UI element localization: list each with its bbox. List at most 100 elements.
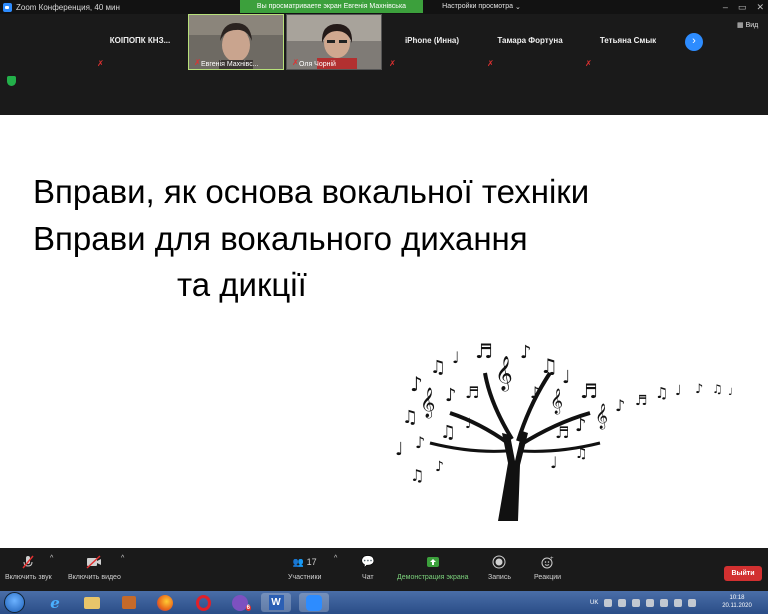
svg-text:♪: ♪	[575, 415, 587, 436]
unmute-button[interactable]: Включить звук	[5, 555, 52, 581]
svg-text:♪: ♪	[435, 459, 444, 475]
chat-label: Чат	[362, 574, 374, 581]
participant-name: iPhone (Инна)	[404, 36, 460, 45]
participant-name: Тетьяна Смык	[599, 36, 657, 45]
network-icon[interactable]	[674, 598, 683, 607]
music-tree-illustration: ♪ ♫ ♩ ♬ 𝄞 ♪ ♫ ♩ ♬ ♫ 𝄞 ♪ ♬ ♪ 𝄞 ♩ ♪ ♫ ♩ ♬	[395, 343, 733, 521]
windows-taskbar: e 6 W UK 10:18 20.11.2020	[0, 591, 768, 614]
reactions-label: Реакции	[534, 574, 562, 581]
viber-notification-badge: 6	[245, 605, 251, 611]
firefox-icon	[157, 594, 173, 611]
participants-count: 17	[306, 557, 317, 567]
window-controls: – ▭ ✕	[723, 0, 764, 14]
window-title: Zoom Конференция, 40 мин	[16, 2, 120, 12]
opera-taskbar-button[interactable]	[188, 593, 218, 612]
participants-label: Участники	[288, 574, 322, 581]
minimize-button[interactable]: –	[723, 2, 728, 12]
participant-video-tile[interactable]: ✗ Евгенія Махнівс...	[188, 14, 284, 70]
smiley-plus-icon: +	[541, 556, 554, 569]
word-icon: W	[268, 595, 284, 610]
svg-text:♫: ♫	[402, 407, 418, 428]
video-options-caret[interactable]: ^	[121, 555, 124, 562]
slide-heading-line-2: Вправи для вокального дихання	[33, 220, 528, 257]
participant-tile[interactable]: Тетьяна Смык ✗	[580, 14, 676, 70]
folder-icon	[84, 596, 100, 609]
tray-app-icon[interactable]	[618, 598, 627, 607]
svg-text:♩: ♩	[550, 453, 558, 472]
media-player-taskbar-button[interactable]	[114, 593, 144, 612]
close-button[interactable]: ✕	[756, 2, 764, 13]
chat-bubble-icon: 💬	[361, 556, 375, 568]
start-video-label: Включить видео	[68, 574, 121, 581]
view-button[interactable]: ▦ Вид	[737, 21, 758, 29]
participant-strip: КОІПОПК КНЗ... ✗ ✗ Евгенія Махнівс... ✗ …	[0, 14, 768, 115]
security-shield-icon[interactable]	[7, 76, 16, 86]
svg-text:♫: ♫	[410, 466, 424, 485]
record-button[interactable]: Запись	[488, 555, 511, 581]
taskbar-clock[interactable]: 10:18 20.11.2020	[712, 594, 762, 610]
view-options-dropdown[interactable]: Настройки просмотра ⌄	[430, 0, 533, 13]
chat-button[interactable]: 💬 Чат	[361, 555, 375, 581]
svg-text:♫: ♫	[430, 357, 446, 378]
participant-tile[interactable]: КОІПОПК КНЗ... ✗	[92, 14, 188, 70]
muted-mic-icon	[22, 555, 34, 569]
language-indicator[interactable]: UK	[590, 600, 598, 606]
svg-text:♪: ♪	[530, 383, 540, 402]
start-button[interactable]	[4, 592, 25, 613]
volume-icon[interactable]	[688, 598, 697, 607]
svg-text:♪: ♪	[445, 385, 457, 406]
clock-time: 10:18	[729, 595, 745, 601]
maximize-button[interactable]: ▭	[738, 2, 747, 13]
view-button-label: Вид	[745, 22, 759, 29]
participant-name: КОІПОПК КНЗ...	[109, 36, 171, 45]
svg-text:♫: ♫	[440, 422, 456, 443]
muted-mic-icon: ✗	[487, 59, 494, 68]
start-video-button[interactable]: Включить видео	[68, 555, 121, 581]
word-taskbar-button[interactable]: W	[261, 593, 291, 612]
svg-text:♬: ♬	[475, 343, 493, 363]
muted-mic-icon: ✗	[97, 59, 104, 68]
muted-mic-icon: ✗	[389, 59, 396, 68]
participants-options-caret[interactable]: ^	[334, 555, 337, 562]
opera-icon	[195, 594, 211, 611]
tray-app-icon[interactable]	[604, 598, 613, 607]
svg-text:♪: ♪	[415, 433, 425, 452]
participant-name: Евгенія Махнівс...	[201, 61, 259, 68]
participants-button[interactable]: 👥 17 Участники	[288, 555, 321, 581]
grid-icon: ▦	[737, 22, 744, 29]
participant-tile[interactable]: iPhone (Инна) ✗	[384, 14, 480, 70]
svg-text:♫: ♫	[712, 382, 723, 396]
leave-meeting-button[interactable]: Выйти	[724, 566, 762, 581]
media-player-icon	[122, 596, 136, 609]
svg-text:♫: ♫	[655, 384, 668, 402]
video-off-icon	[86, 555, 102, 569]
reactions-button[interactable]: + Реакции	[534, 555, 561, 581]
participant-name: Тамара Фортуна	[497, 36, 563, 45]
svg-text:𝄞: 𝄞	[420, 387, 435, 419]
firefox-taskbar-button[interactable]	[150, 593, 180, 612]
participant-tile[interactable]: Тамара Фортуна ✗	[482, 14, 578, 70]
record-icon	[492, 555, 506, 569]
participants-icon: 👥	[292, 557, 305, 567]
shared-screen-slide: Вправи, як основа вокальної техніки Впра…	[0, 115, 768, 548]
svg-text:♩: ♩	[452, 348, 460, 367]
audio-options-caret[interactable]: ^	[50, 555, 53, 562]
zoom-taskbar-button[interactable]	[299, 593, 329, 612]
chevron-right-icon: ›	[692, 35, 696, 47]
share-screen-button[interactable]: Демонстрация экрана	[397, 555, 469, 581]
internet-explorer-taskbar-button[interactable]: e	[40, 593, 70, 612]
internet-explorer-icon: e	[50, 593, 60, 612]
svg-text:♩: ♩	[728, 387, 733, 398]
svg-text:♪: ♪	[615, 396, 625, 415]
participant-video-tile[interactable]: ✗ Оля Чорній	[286, 14, 382, 70]
viber-taskbar-button[interactable]: 6	[225, 593, 255, 612]
meeting-controls-bar: Включить звук ^ Включить видео ^ 👥 17 Уч…	[0, 548, 768, 591]
next-page-button[interactable]: ›	[685, 33, 703, 51]
chevron-down-icon: ⌄	[513, 3, 521, 11]
svg-text:♪: ♪	[695, 382, 703, 397]
tray-app-icon[interactable]	[646, 598, 655, 607]
svg-text:♪: ♪	[520, 343, 532, 363]
file-explorer-taskbar-button[interactable]	[77, 593, 107, 612]
tray-app-icon[interactable]	[660, 598, 669, 607]
tray-app-icon[interactable]	[632, 598, 641, 607]
